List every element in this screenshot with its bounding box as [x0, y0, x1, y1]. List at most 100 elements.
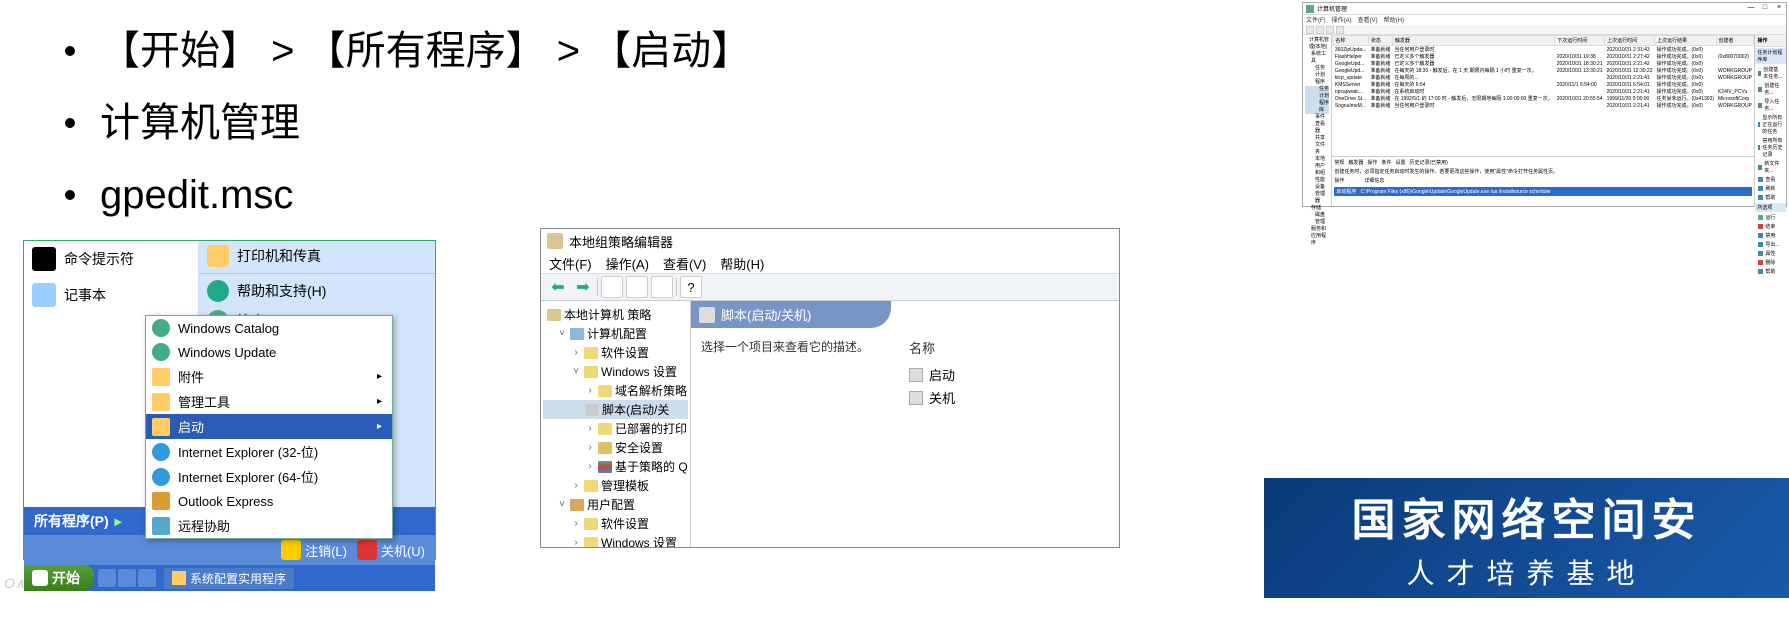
action-item[interactable]: 导入任务... — [1755, 97, 1786, 113]
action-item[interactable]: 禁用 — [1755, 231, 1786, 240]
tab-general[interactable]: 常规 — [1334, 159, 1344, 166]
menu-action[interactable]: 操作(A) — [1332, 15, 1352, 25]
table-row[interactable]: GoogleUpd...准备就绪已定义多个触发器2020/10/31 18:30… — [1333, 60, 1754, 67]
table-row[interactable]: klcp_update准备就绪在每周的...2020/10/31 2:21:41… — [1333, 74, 1754, 81]
tab-triggers[interactable]: 触发器 — [1348, 159, 1363, 166]
tree-printers[interactable]: ›已部署的打印 — [543, 419, 688, 438]
action-item[interactable]: 禁用所有任务历史记录 — [1755, 136, 1786, 159]
table-row[interactable]: OneDrive St...准备就绪在 1992/5/1 的 17:00 时 -… — [1333, 95, 1754, 102]
table-row[interactable]: npcapwatc...准备就绪在系统启动时2020/10/31 2:21:41… — [1333, 88, 1754, 95]
action-item[interactable]: 帮助 — [1755, 267, 1786, 276]
action-item[interactable]: 新文件夹... — [1755, 159, 1786, 175]
menu-file[interactable]: 文件(F) — [549, 254, 592, 273]
col-result[interactable]: 上次运行结果 — [1655, 36, 1717, 46]
menu-help[interactable]: 帮助(H) — [1384, 15, 1404, 25]
col-status[interactable]: 状态 — [1368, 36, 1392, 46]
back-button[interactable]: ⬅ — [547, 276, 569, 298]
tab-history[interactable]: 历史记录(已禁用) — [1409, 159, 1447, 166]
menu-action[interactable]: 操作(A) — [606, 254, 649, 273]
tree-services[interactable]: 服务和应用程序 — [1305, 226, 1329, 247]
submenu-outlook[interactable]: Outlook Express — [146, 489, 392, 513]
tab-settings[interactable]: 设置 — [1395, 159, 1405, 166]
submenu-remote[interactable]: 远程协助 — [146, 513, 392, 538]
action-item[interactable]: 刷新 — [1755, 184, 1786, 193]
col-lastrun[interactable]: 上次运行时间 — [1605, 36, 1655, 46]
toolbar-fwd[interactable] — [1316, 26, 1324, 34]
tree-computer-config[interactable]: ˅计算机配置 — [543, 324, 688, 343]
ql-oe-icon[interactable] — [118, 569, 136, 587]
action-item[interactable]: 运行 — [1755, 213, 1786, 222]
submenu-startup[interactable]: 启动▸ — [146, 414, 392, 439]
toolbar-help[interactable]: ? — [680, 276, 702, 298]
list-item-startup[interactable]: 启动 — [909, 363, 955, 386]
submenu-accessories[interactable]: 附件▸ — [146, 364, 392, 389]
tree-storage[interactable]: 存储 — [1305, 205, 1329, 212]
menu-view[interactable]: 查看(V) — [663, 254, 706, 273]
tree-scripts[interactable]: 脚本(启动/关 — [543, 400, 688, 419]
tree-user-software[interactable]: ›软件设置 — [543, 514, 688, 533]
menu-file[interactable]: 文件(F) — [1306, 15, 1326, 25]
list-item-shutdown[interactable]: 关机 — [909, 386, 955, 409]
ql-desktop-icon[interactable] — [138, 569, 156, 587]
tree-shared[interactable]: 共享文件夹 — [1305, 135, 1329, 156]
tree-users[interactable]: 本地用户和组 — [1305, 156, 1329, 177]
tree-user-config[interactable]: ˅用户配置 — [543, 495, 688, 514]
action-item[interactable]: 删除 — [1755, 258, 1786, 267]
action-item[interactable]: 查看 — [1755, 175, 1786, 184]
start-button[interactable]: 开始 — [24, 565, 94, 591]
tree-root[interactable]: 计算机管理(本地) — [1305, 37, 1329, 51]
toolbar-back[interactable] — [1306, 26, 1314, 34]
tree-dns[interactable]: ›域名解析策略 — [543, 381, 688, 400]
detail-selected-row[interactable]: 启动程序 C:\Program Files (x86)\Google\Updat… — [1334, 187, 1752, 196]
tab-actions[interactable]: 操作 — [1367, 159, 1377, 166]
submenu-catalog[interactable]: Windows Catalog — [146, 316, 392, 340]
action-item[interactable]: 帮助 — [1755, 193, 1786, 202]
minimize-button[interactable]: — — [1744, 3, 1758, 13]
ql-ie-icon[interactable] — [98, 569, 116, 587]
action-item[interactable]: 创建任务... — [1755, 81, 1786, 97]
submenu-ie64[interactable]: Internet Explorer (64-位) — [146, 464, 392, 489]
table-row[interactable]: SogouImeM...准备就绪当任何用户登录时2020/10/31 2:21:… — [1333, 102, 1754, 109]
tree-perf[interactable]: 性能 — [1305, 177, 1329, 184]
forward-button[interactable]: ➡ — [572, 276, 594, 298]
tree-root[interactable]: 本地计算机 策略 — [543, 305, 688, 324]
table-row[interactable]: GoogleUpd...准备就绪在每天的 18:30 - 触发后，在 1 天 期… — [1333, 67, 1754, 74]
toolbar-refresh[interactable] — [1336, 26, 1344, 34]
col-trigger[interactable]: 触发器 — [1392, 36, 1554, 46]
toolbar-btn-1[interactable] — [601, 276, 623, 298]
action-item[interactable]: 结束 — [1755, 222, 1786, 231]
tree-tasklib[interactable]: 任务计划程序库 — [1305, 86, 1329, 114]
tree-admin-templates[interactable]: ›管理模板 — [543, 476, 688, 495]
tree-tasksched[interactable]: 任务计划程序 — [1305, 65, 1329, 86]
submenu-winupdate[interactable]: Windows Update — [146, 340, 392, 364]
tab-conditions[interactable]: 条件 — [1381, 159, 1391, 166]
submenu-ie32[interactable]: Internet Explorer (32-位) — [146, 439, 392, 464]
maximize-button[interactable]: □ — [1758, 3, 1772, 13]
item-help[interactable]: 帮助和支持(H) — [199, 276, 435, 306]
logoff-button[interactable]: 注销(L) — [281, 540, 347, 560]
item-printers[interactable]: 打印机和传真 — [199, 241, 435, 271]
menu-help[interactable]: 帮助(H) — [720, 254, 764, 273]
tree-windows-settings[interactable]: ˅Windows 设置 — [543, 362, 688, 381]
tree-systools[interactable]: 系统工具 — [1305, 51, 1329, 65]
col-nextrun[interactable]: 下次运行时间 — [1555, 36, 1605, 46]
action-item[interactable]: 导出... — [1755, 240, 1786, 249]
table-row[interactable]: 360ZipUpda...准备就绪当任何用户登录时2020/10/31 2:31… — [1333, 46, 1754, 54]
tree-eventvwr[interactable]: 事件查看器 — [1305, 114, 1329, 135]
taskbar-task[interactable]: 系统配置实用程序 — [164, 568, 294, 589]
table-row[interactable]: KMSServer准备就绪在每天的 6:542020/11/1 6:54:002… — [1333, 81, 1754, 88]
toolbar-up[interactable] — [1326, 26, 1334, 34]
tree-user-windows[interactable]: ›Windows 设置 — [543, 533, 688, 547]
action-item[interactable]: 属性 — [1755, 249, 1786, 258]
action-item[interactable]: 创建基本任务... — [1755, 65, 1786, 81]
shutdown-button[interactable]: 关机(U) — [357, 540, 425, 560]
pinned-notepad[interactable]: 记事本 — [24, 277, 198, 313]
toolbar-btn-3[interactable] — [651, 276, 673, 298]
col-author[interactable]: 创建者 — [1716, 36, 1754, 46]
tree-security[interactable]: ›安全设置 — [543, 438, 688, 457]
pinned-cmd[interactable]: 命令提示符 — [24, 241, 198, 277]
tree-software[interactable]: ›软件设置 — [543, 343, 688, 362]
tree-diskmgmt[interactable]: 磁盘管理 — [1305, 212, 1329, 226]
submenu-admintools[interactable]: 管理工具▸ — [146, 389, 392, 414]
action-item[interactable]: 显示所有正在运行的任务 — [1755, 113, 1786, 136]
